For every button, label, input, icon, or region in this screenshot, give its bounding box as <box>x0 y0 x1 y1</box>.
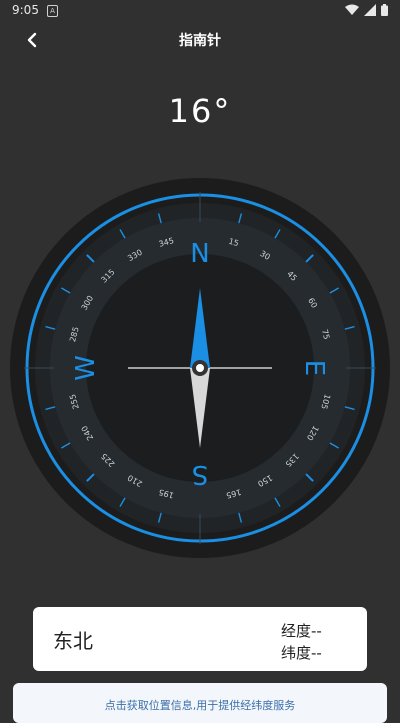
direction-text: 东北 <box>53 629 93 653</box>
header: 指南针 <box>0 24 400 56</box>
cardinal-e: E <box>299 360 329 376</box>
heading-degrees: 16° <box>168 92 232 130</box>
cardinal-s: S <box>192 459 209 489</box>
notification-icon: A <box>47 5 58 17</box>
wifi-icon <box>345 4 359 15</box>
status-time: 9:05 <box>12 3 39 17</box>
cardinal-n: N <box>190 239 209 269</box>
get-location-button[interactable]: 点击获取位置信息,用于提供经纬度服务 <box>13 683 387 723</box>
battery-icon <box>381 4 388 16</box>
status-bar: 9:05 A <box>0 0 400 24</box>
cardinal-w: W <box>71 355 101 381</box>
page-title: 指南针 <box>179 33 221 49</box>
status-icons <box>345 4 388 16</box>
compass-dial: 1530456075105120135150165195210225240255… <box>10 178 390 558</box>
latitude-text: 纬度-- <box>281 644 322 662</box>
location-prompt: 点击获取位置信息,用于提供经纬度服务 <box>104 699 296 712</box>
info-card: 东北 经度-- 纬度-- <box>33 607 367 671</box>
signal-icon <box>364 4 376 16</box>
needle-hub-inner <box>196 364 204 372</box>
longitude-text: 经度-- <box>281 622 322 640</box>
